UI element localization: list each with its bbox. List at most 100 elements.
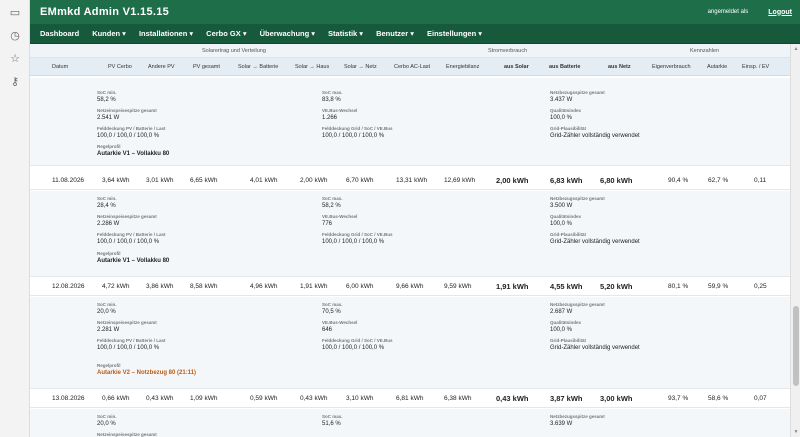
col-eigenverbrauch[interactable]: Eigenverbrauch: [652, 64, 691, 70]
statistics-table: Solarertrag und Verteilung Stromverbrauc…: [30, 44, 790, 437]
regelprofil-label: Regelprofil: [97, 363, 121, 368]
cell-solar-netz: 6,00 kWh: [346, 283, 374, 290]
cell-andere-pv: 0,43 kWh: [146, 395, 174, 402]
col-solar-batterie[interactable]: Solar → Batterie: [238, 64, 278, 70]
grid-plausi-label: Grid-Plausibilität: [550, 126, 587, 131]
group-verbrauch: Stromverbrauch: [488, 48, 528, 54]
ve-bus-value: 646: [322, 327, 333, 333]
nav-dashboard[interactable]: Dashboard: [40, 29, 79, 38]
detail-panel: SoC min. 58,2 % SoC max. 83,8 % Netzbezu…: [30, 78, 790, 166]
cell-bilanz: 6,38 kWh: [444, 395, 472, 402]
cell-bilanz: 9,59 kWh: [444, 283, 472, 290]
cell-aus-batterie: 4,55 kWh: [550, 282, 583, 291]
deckung-grid-value: 100,0 / 100,0 / 100,0 %: [322, 133, 385, 139]
cell-pv-cerbo: 0,66 kWh: [102, 395, 130, 402]
col-energiebilanz[interactable]: Energiebilanz: [446, 64, 479, 70]
soc-min-label: SoC min.: [97, 302, 117, 307]
col-solar-haus[interactable]: Solar → Haus: [295, 64, 329, 70]
soc-max-value: 51,6 %: [322, 421, 341, 427]
key-icon[interactable]: ⚷: [0, 71, 30, 93]
cell-date: 11.08.2026: [52, 177, 85, 184]
ve-bus-label: VE.Bus-Wechsel: [322, 320, 358, 325]
cell-autarkie: 58,6 %: [708, 395, 729, 402]
soc-min-value: 28,4 %: [97, 203, 116, 209]
cell-autarkie: 59,9 %: [708, 283, 729, 290]
qualitaet-label: Qualitätsindex: [550, 108, 582, 113]
group-solar: Solarertrag und Verteilung: [202, 48, 266, 54]
scroll-thumb[interactable]: [793, 306, 799, 386]
folder-icon[interactable]: ▭: [0, 2, 30, 24]
soc-min-label: SoC min.: [97, 90, 117, 95]
cell-pv-gesamt: 8,58 kWh: [190, 283, 218, 290]
nav-installationen[interactable]: Installationen ▾: [139, 29, 193, 38]
netzbezug-value: 3.500 W: [550, 203, 573, 209]
deckung-grid-label: Felddeckung Grid / SoC / VE.Bus: [322, 338, 393, 343]
soc-max-label: SoC max.: [322, 196, 343, 201]
logout-link[interactable]: Logout: [768, 9, 792, 16]
nav-statistik[interactable]: Statistik ▾: [328, 29, 363, 38]
cell-solar-netz: 6,70 kWh: [346, 177, 374, 184]
app-title[interactable]: EMmkd Admin V1.15.15: [40, 6, 169, 18]
nav-kunden[interactable]: Kunden ▾: [92, 29, 126, 38]
deckung-pv-value: 100,0 / 100,0 / 100,0 %: [97, 345, 160, 351]
table-column-header: Datum PV Cerbo Andere PV PV gesamt Solar…: [30, 58, 790, 76]
col-ac-last[interactable]: Cerbo AC-Last: [394, 64, 430, 70]
regelprofil-value: Autarkie V1 – Vollakku 80: [97, 258, 170, 264]
col-pv-cerbo[interactable]: PV Cerbo: [108, 64, 132, 70]
col-aus-solar[interactable]: aus Solar: [504, 64, 529, 70]
nav-ueberwachung[interactable]: Überwachung ▾: [260, 29, 315, 38]
cell-bilanz: 12,69 kWh: [444, 177, 476, 184]
cell-eigenverbrauch: 90,4 %: [668, 177, 689, 184]
col-datum[interactable]: Datum: [52, 64, 68, 70]
nav-benutzer[interactable]: Benutzer ▾: [376, 29, 414, 38]
cell-solar-batterie: 0,59 kWh: [250, 395, 278, 402]
table-row[interactable]: 13.08.2026 0,66 kWh 0,43 kWh 1,09 kWh 0,…: [30, 389, 790, 408]
grid-plausi-value: Grid-Zähler vollständig verwendet: [550, 345, 640, 351]
cell-andere-pv: 3,01 kWh: [146, 177, 174, 184]
cell-autarkie: 62,7 %: [708, 177, 729, 184]
col-aus-netz[interactable]: aus Netz: [608, 64, 631, 70]
table-row[interactable]: 11.08.2026 3,64 kWh 3,01 kWh 6,65 kWh 4,…: [30, 171, 790, 190]
regelprofil-label: Regelprofil: [97, 144, 121, 149]
cell-date: 12.08.2026: [52, 283, 85, 290]
soc-min-value: 20,0 %: [97, 421, 116, 427]
qualitaet-label: Qualitätsindex: [550, 214, 582, 219]
soc-max-value: 58,2 %: [322, 203, 341, 209]
col-andere-pv[interactable]: Andere PV: [148, 64, 175, 70]
table-row[interactable]: 12.08.2026 4,72 kWh 3,86 kWh 8,58 kWh 4,…: [30, 277, 790, 296]
netzeinspeisung-value: 2.281 W: [97, 327, 120, 333]
detail-panel: SoC min. 28,4 % SoC max. 58,2 % Netzbezu…: [30, 191, 790, 277]
col-pv-gesamt[interactable]: PV gesamt: [193, 64, 220, 70]
col-solar-netz[interactable]: Solar → Netz: [344, 64, 377, 70]
cell-aus-solar: 2,00 kWh: [496, 176, 529, 185]
netzeinspeisung-label: Netzeinspeisespitze gesamt: [97, 214, 157, 219]
grid-plausi-value: Grid-Zähler vollständig verwendet: [550, 133, 640, 139]
scroll-up-icon[interactable]: ▲: [791, 44, 800, 54]
grid-plausi-label: Grid-Plausibilität: [550, 338, 587, 343]
netzbezug-label: Netzbezugsspitze gesamt: [550, 302, 605, 307]
netzbezug-value: 3.437 W: [550, 97, 573, 103]
col-einsp-ev[interactable]: Einsp. / EV: [742, 64, 769, 70]
cell-pv-gesamt: 6,65 kWh: [190, 177, 218, 184]
main-nav: Dashboard Kunden ▾ Installationen ▾ Cerb…: [30, 24, 800, 44]
netzbezug-value: 3.639 W: [550, 421, 573, 427]
nav-einstellungen[interactable]: Einstellungen ▾: [427, 29, 482, 38]
scroll-down-icon[interactable]: ▼: [791, 427, 800, 437]
qualitaet-value: 100,0 %: [550, 115, 573, 121]
col-aus-batterie[interactable]: aus Batterie: [549, 64, 581, 70]
soc-min-label: SoC min.: [97, 414, 117, 419]
netzbezug-label: Netzbezugsspitze gesamt: [550, 90, 605, 95]
vertical-scrollbar[interactable]: ▲ ▼: [790, 44, 800, 437]
cell-solar-haus: 1,91 kWh: [300, 283, 328, 290]
cell-aus-solar: 0,43 kWh: [496, 394, 529, 403]
soc-max-value: 70,5 %: [322, 309, 341, 315]
deckung-pv-value: 100,0 / 100,0 / 100,0 %: [97, 239, 160, 245]
star-icon[interactable]: ☆: [0, 48, 30, 70]
deckung-grid-label: Felddeckung Grid / SoC / VE.Bus: [322, 126, 393, 131]
soc-max-value: 83,8 %: [322, 97, 341, 103]
nav-cerbo-gx[interactable]: Cerbo GX ▾: [206, 29, 246, 38]
cell-einsp: 0,11: [754, 177, 767, 184]
clock-icon[interactable]: ◷: [0, 25, 30, 47]
regelprofil-value: Autarkie V2 – Notzbezug 80 (21:11): [97, 370, 197, 376]
col-autarkie[interactable]: Autarkie: [707, 64, 727, 70]
